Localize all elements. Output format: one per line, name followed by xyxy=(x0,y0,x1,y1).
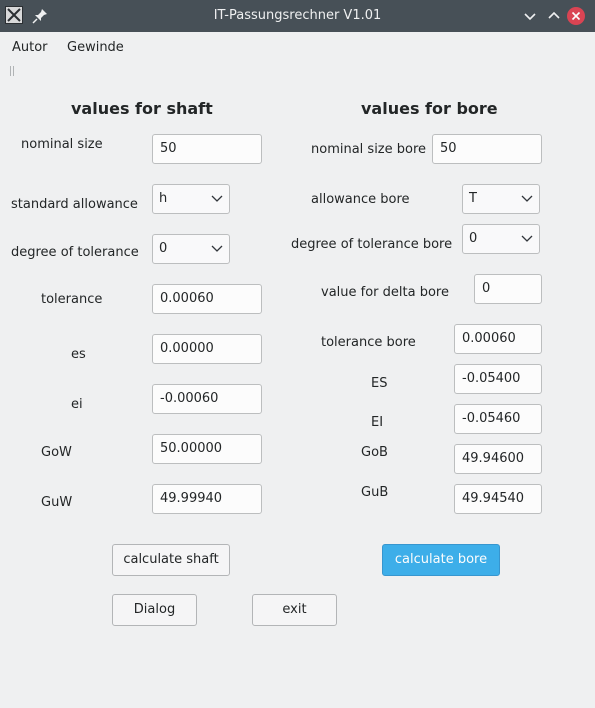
gub-label: GuB xyxy=(361,485,389,500)
shaft-heading: values for shaft xyxy=(71,99,213,118)
guw-label: GuW xyxy=(41,495,73,510)
dialog-button[interactable]: Dialog xyxy=(112,594,197,626)
chevron-down-icon xyxy=(211,245,223,252)
bore-heading: values for bore xyxy=(361,99,498,118)
bore-nominal-size-label: nominal size bore xyxy=(311,142,427,157)
gob-label: GoB xyxy=(361,445,388,460)
menu-autor[interactable]: Autor xyxy=(12,40,48,55)
chevron-down-icon xyxy=(521,195,533,202)
shaft-degree-value: 0 xyxy=(159,241,168,256)
ei-label: ei xyxy=(71,397,83,412)
es-field[interactable]: 0.00000 xyxy=(152,334,262,364)
bore-tolerance-field[interactable]: 0.00060 xyxy=(454,324,542,354)
chevron-down-icon xyxy=(211,195,223,202)
upper-es-field[interactable]: -0.05400 xyxy=(454,364,542,394)
shaft-degree-label: degree of tolerance xyxy=(11,245,139,260)
calculate-shaft-button[interactable]: calculate shaft xyxy=(112,544,230,576)
shaft-nominal-size-label: nominal size xyxy=(21,137,103,152)
bore-degree-value: 0 xyxy=(469,231,478,246)
menu-gewinde[interactable]: Gewinde xyxy=(67,40,124,55)
chevron-up-icon[interactable] xyxy=(544,6,564,26)
allowance-bore-select[interactable]: T xyxy=(462,184,540,214)
lower-ei-label: EI xyxy=(371,415,384,430)
allowance-bore-value: T xyxy=(469,191,477,206)
bore-degree-select[interactable]: 0 xyxy=(462,224,540,254)
chevron-down-icon[interactable] xyxy=(520,6,540,26)
bore-nominal-size-input[interactable]: 50 xyxy=(432,134,542,164)
gub-field[interactable]: 49.94540 xyxy=(454,484,542,514)
delta-bore-label: value for delta bore xyxy=(321,285,449,300)
menu-bar: Autor Gewinde xyxy=(0,32,595,60)
ei-field[interactable]: -0.00060 xyxy=(152,384,262,414)
shaft-tolerance-field[interactable]: 0.00060 xyxy=(152,284,262,314)
allowance-bore-label: allowance bore xyxy=(311,192,410,207)
upper-es-label: ES xyxy=(371,376,388,391)
shaft-nominal-size-input[interactable]: 50 xyxy=(152,134,262,164)
window-title: IT-Passungsrechner V1.01 xyxy=(213,8,382,23)
standard-allowance-label: standard allowance xyxy=(11,197,138,212)
close-icon[interactable] xyxy=(566,6,586,26)
shaft-degree-select[interactable]: 0 xyxy=(152,234,230,264)
bore-degree-label: degree of tolerance bore xyxy=(291,237,453,252)
standard-allowance-value: h xyxy=(159,191,168,206)
delta-bore-input[interactable]: 0 xyxy=(474,274,542,304)
es-label: es xyxy=(71,347,86,362)
guw-field[interactable]: 49.99940 xyxy=(152,484,262,514)
toolbar-grip[interactable] xyxy=(10,66,14,76)
gow-field[interactable]: 50.00000 xyxy=(152,434,262,464)
title-bar: IT-Passungsrechner V1.01 xyxy=(0,0,595,32)
standard-allowance-select[interactable]: h xyxy=(152,184,230,214)
lower-ei-field[interactable]: -0.05460 xyxy=(454,404,542,434)
bore-tolerance-label: tolerance bore xyxy=(321,335,416,350)
shaft-tolerance-label: tolerance xyxy=(41,292,103,307)
gow-label: GoW xyxy=(41,445,72,460)
exit-button[interactable]: exit xyxy=(252,594,337,626)
gob-field[interactable]: 49.94600 xyxy=(454,444,542,474)
chevron-down-icon xyxy=(521,235,533,242)
calculate-bore-button[interactable]: calculate bore xyxy=(382,544,500,576)
